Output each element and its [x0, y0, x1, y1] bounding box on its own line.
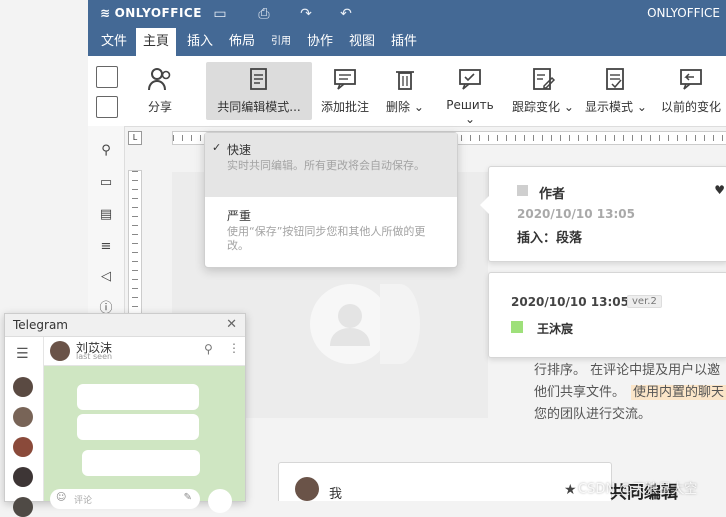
menu-icon[interactable]: ☰ [16, 346, 29, 362]
resolve-icon [459, 69, 481, 90]
chat-icon[interactable]: ▤ [97, 206, 115, 224]
chat-header: 刘苡沫 last seen ⚲ ⋮ [44, 337, 245, 366]
chevron-down-icon: ⌄ [636, 100, 647, 114]
comments-icon[interactable]: ▭ [97, 174, 115, 192]
close-icon[interactable]: ✕ [226, 314, 237, 336]
feedback-icon[interactable]: ◁ [97, 268, 115, 286]
attach-icon[interactable]: ✎ [184, 492, 192, 503]
menu-tabs: 文件 主頁 插入 佈局 引用 协作 视图 插件 [88, 28, 726, 56]
tab-stop-selector[interactable]: L [128, 131, 142, 145]
message-bubble [82, 450, 200, 476]
avatar[interactable] [13, 467, 33, 487]
avatar[interactable] [13, 407, 33, 427]
coedit-fast-option[interactable]: ✓ 快速 实时共同编辑。所有更改将会自动保存。 [205, 133, 457, 197]
version-date: 2020/10/10 13:05 [511, 295, 629, 309]
users-icon [148, 68, 171, 91]
watermark: CSDN @天狼星太空 [578, 482, 698, 497]
tab-view[interactable]: 视图 [342, 28, 382, 56]
comment-input-card[interactable]: 我 [278, 462, 612, 502]
avatar [295, 477, 319, 501]
document-text[interactable]: 行排序。 在评论中提及用户以邀 他们共享文件。 使用内置的聊天 您的团队进行交流。 [534, 360, 726, 426]
add-comment-button[interactable]: 添加批注 [318, 62, 372, 120]
chat-messages: ☺ 评论 ✎ [44, 366, 245, 513]
comment-date: 2020/10/10 13:05 [517, 207, 635, 221]
toolbar: 分享 共同编辑模式... 添加批注 删除 ⌄ Решить ⌄ 跟踪变化 ⌄ 显… [88, 56, 726, 127]
message-bubble [77, 414, 199, 440]
previous-change-button[interactable]: 以前的变化 [658, 62, 724, 120]
redo-icon[interactable]: ↷ [296, 4, 316, 24]
more-icon[interactable]: ⋮ [228, 341, 240, 355]
tab-collaboration[interactable]: 协作 [300, 28, 340, 56]
resolve-button[interactable]: Решить ⌄ [440, 62, 500, 126]
chevron-down-icon: ⌄ [464, 112, 476, 126]
checkmark-icon: ✓ [212, 141, 222, 154]
display-mode-icon [606, 68, 624, 90]
save-icon[interactable]: ▭ [210, 4, 230, 24]
title-bar: ≋ ONLYOFFICE ▭ ⎙ ↷ ↶ ONLYOFFICE [88, 0, 726, 28]
search-icon[interactable]: ⚲ [97, 142, 115, 160]
heart-icon[interactable]: ♥ [714, 183, 725, 197]
tab-file[interactable]: 文件 [94, 28, 134, 56]
chat-list: ☰ [5, 337, 44, 517]
author-color-swatch [517, 185, 528, 196]
avatar-shadow [380, 284, 420, 364]
chevron-down-icon: ⌄ [413, 100, 424, 114]
avatar[interactable] [13, 437, 33, 457]
copy-icon[interactable] [96, 66, 118, 88]
commenter-name: 我 [329, 487, 343, 502]
track-changes-button[interactable]: 跟踪变化 ⌄ [512, 62, 574, 120]
highlighted-text: 使用内置的聊天 [631, 385, 726, 400]
comment-pointer [480, 196, 489, 214]
logo-icon: ≋ [100, 6, 111, 20]
emoji-icon[interactable]: ☺ [56, 492, 66, 503]
comment-icon [334, 69, 356, 90]
tab-home[interactable]: 主頁 [136, 28, 177, 56]
track-changes-icon [533, 68, 556, 90]
message-input[interactable]: ☺ 评论 ✎ [50, 489, 200, 509]
navigation-icon[interactable]: ≡ [97, 238, 115, 256]
contact-status: last seen [76, 352, 113, 361]
search-icon[interactable]: ⚲ [204, 342, 213, 356]
comment-text: 插入：段落 [517, 231, 583, 246]
tab-references[interactable]: 引用 [264, 28, 298, 56]
delete-button[interactable]: 删除 ⌄ [384, 62, 426, 120]
vertical-ruler[interactable] [128, 170, 142, 322]
coedit-strict-option[interactable]: 严重 使用“保存”按钮同步您和其他人所做的更改。 [205, 199, 457, 265]
telegram-window: Telegram ✕ ☰ 刘苡沫 last seen ⚲ ⋮ ☺ 评论 ✎ [4, 313, 246, 517]
undo-icon[interactable]: ↶ [336, 4, 356, 24]
coedit-mode-button[interactable]: 共同编辑模式... [206, 62, 312, 120]
avatar-placeholder-icon [310, 284, 390, 364]
version-badge: ver.2 [627, 295, 662, 308]
star-icon[interactable]: ★ [564, 482, 577, 498]
version-user: 王沐宸 [537, 322, 574, 336]
tab-layout[interactable]: 佈局 [222, 28, 262, 56]
avatar [50, 341, 70, 361]
coedit-doc-icon [250, 68, 267, 90]
comment-card[interactable]: 作者 2020/10/10 13:05 插入：段落 ♥ [488, 166, 726, 262]
trash-icon [396, 71, 414, 90]
comment-author: 作者 [539, 187, 566, 202]
person-icon [330, 304, 370, 346]
coedit-mode-dropdown: ✓ 快速 实时共同编辑。所有更改将会自动保存。 严重 使用“保存”按钮同步您和其… [204, 132, 458, 268]
version-card[interactable]: 2020/10/10 13:05 ver.2 王沐宸 [488, 272, 726, 358]
message-bubble [77, 384, 199, 410]
user-color-swatch [511, 321, 523, 333]
tab-plugins[interactable]: 插件 [384, 28, 424, 56]
share-button[interactable]: 分享 [140, 62, 180, 120]
chevron-down-icon: ⌄ [563, 100, 574, 114]
tab-insert[interactable]: 插入 [180, 28, 220, 56]
brand-label: ONLYOFFICE [647, 6, 720, 20]
previous-change-icon [680, 69, 702, 90]
avatar[interactable] [13, 377, 33, 397]
microphone-icon[interactable] [208, 489, 232, 513]
display-mode-button[interactable]: 显示模式 ⌄ [584, 62, 648, 120]
paste-icon[interactable] [96, 96, 118, 118]
app-logo: ≋ ONLYOFFICE [100, 6, 202, 20]
ruler-ticks [132, 171, 138, 321]
avatar[interactable] [13, 497, 33, 517]
telegram-titlebar: Telegram ✕ [5, 314, 245, 337]
print-icon[interactable]: ⎙ [254, 4, 274, 24]
